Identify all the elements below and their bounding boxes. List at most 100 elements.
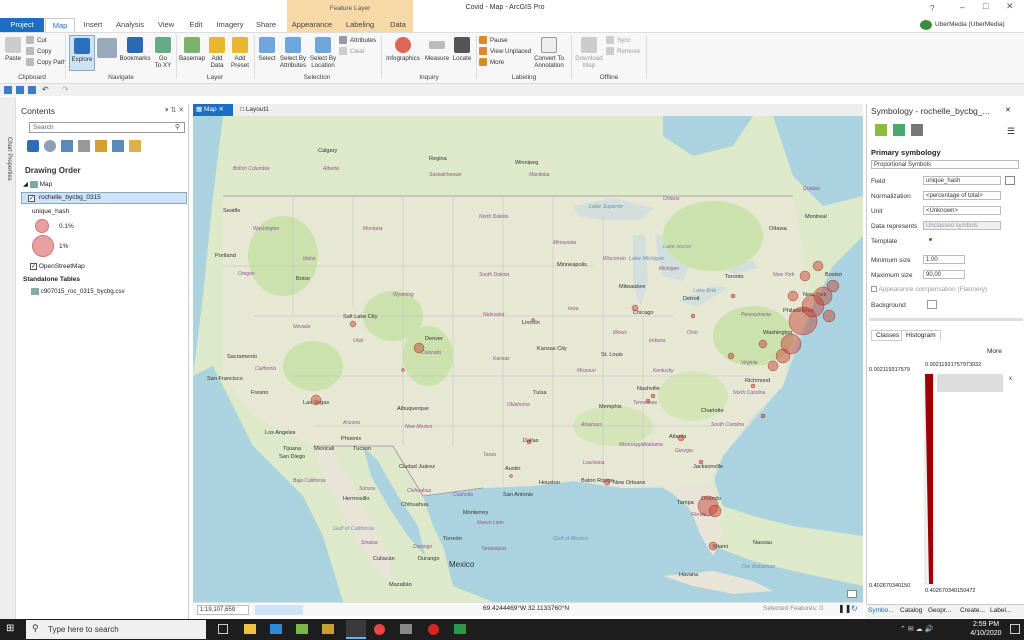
app-icon[interactable] [400, 624, 412, 634]
maximize-button[interactable]: □ [983, 1, 988, 11]
explore-button[interactable]: Explore [69, 35, 95, 71]
normalization-dropdown[interactable]: <percentage of total> [923, 191, 1001, 200]
infographics-button[interactable]: Infographics [384, 37, 422, 62]
pane-tab-create[interactable]: Create... [960, 607, 985, 614]
go-to-xy-button[interactable]: Go To XY [153, 37, 173, 69]
expression-icon[interactable] [1005, 176, 1015, 185]
user-avatar[interactable] [920, 20, 932, 30]
field-dropdown[interactable]: unique_hash [923, 176, 1001, 185]
menu-icon[interactable]: ☰ [1007, 126, 1015, 137]
select-button[interactable]: Select [257, 37, 277, 62]
list-by-snapping-icon[interactable] [95, 140, 107, 152]
max-size-input[interactable]: 90.00 [923, 270, 965, 279]
list-by-editing-icon[interactable] [78, 140, 90, 152]
copy-button[interactable]: Copy [26, 47, 51, 57]
app-icon[interactable] [454, 624, 466, 634]
clock-time[interactable]: 2:59 PM [966, 621, 1006, 628]
data-represents-dropdown[interactable]: Unclassed symbols [923, 221, 1001, 230]
unit-dropdown[interactable]: <Unknown> [923, 206, 1001, 215]
list-by-selection-icon[interactable] [61, 140, 73, 152]
close-tab-icon[interactable]: ✕ [218, 106, 223, 113]
close-window-button[interactable]: ✕ [1006, 1, 1014, 12]
list-by-labeling-icon[interactable] [112, 140, 124, 152]
folder-icon[interactable] [16, 86, 24, 94]
attributes-button[interactable]: Attributes [339, 36, 376, 46]
primary-symbology-tab-icon[interactable] [875, 124, 887, 136]
map-view[interactable]: Calgary Regina Winnipeg Seattle Portland… [193, 116, 863, 602]
clear-selection-button[interactable]: Clear [339, 47, 365, 57]
pane-splitter[interactable] [869, 318, 1023, 321]
redo-icon[interactable]: ↷ [62, 85, 69, 94]
tab-appearance[interactable]: Appearance [289, 18, 335, 32]
more-dropdown[interactable]: More [987, 348, 1002, 355]
refresh-icon[interactable]: ↻ [851, 604, 858, 613]
attribution-icon[interactable] [847, 590, 857, 598]
remove-button[interactable]: Remove [606, 47, 640, 57]
chrome-icon[interactable] [374, 624, 385, 635]
select-by-location-button[interactable]: Select By Location [309, 37, 337, 69]
undo-icon[interactable]: ↶ [42, 85, 49, 94]
layer-visibility-checkbox[interactable]: ✓ [28, 195, 35, 202]
chart-properties-tab[interactable]: Chart Properties [6, 137, 12, 181]
navigate-small-tools[interactable] [97, 38, 117, 60]
bookmarks-button[interactable]: Bookmarks [119, 37, 151, 62]
pane-tab-label[interactable]: Label... [990, 607, 1011, 614]
system-tray-icons[interactable]: ⌃ ✉ ☁ 🔊 [900, 625, 933, 633]
template-symbol-preview[interactable] [929, 238, 932, 241]
map-status-tools[interactable] [255, 605, 303, 615]
file-explorer-icon[interactable] [244, 624, 256, 634]
tab-histogram[interactable]: Histogram [901, 330, 941, 341]
list-by-perspective-icon[interactable] [129, 140, 141, 152]
table-node[interactable]: c907015_roc_0315_bycbg.csv [31, 288, 125, 295]
locate-button[interactable]: Locate [451, 37, 473, 62]
task-view-icon[interactable] [218, 624, 228, 634]
scale-dropdown[interactable]: 1:19,107,659 [197, 605, 249, 615]
notifications-icon[interactable] [1010, 624, 1020, 634]
tab-view[interactable]: View [152, 18, 180, 32]
tab-analysis[interactable]: Analysis [112, 18, 148, 32]
pane-tab-geoprocessing[interactable]: Geopr... [928, 607, 951, 614]
basemap-visibility-checkbox[interactable]: ✓ [30, 263, 37, 270]
arcgis-pro-taskbar-icon[interactable] [346, 620, 366, 639]
add-preset-button[interactable]: Add Preset [229, 37, 251, 69]
basemap-button[interactable]: Basemap [179, 37, 205, 62]
background-symbol-picker[interactable] [927, 300, 937, 309]
opera-icon[interactable] [428, 624, 439, 635]
cut-button[interactable]: Cut [26, 36, 47, 46]
pane-tab-symbology[interactable]: Symbo... [868, 607, 894, 614]
app-icon[interactable] [322, 624, 334, 634]
select-by-attributes-button[interactable]: Select By Attributes [279, 37, 307, 69]
symbology-method-dropdown[interactable]: Proportional Symbols [871, 160, 1019, 169]
tab-map[interactable]: Map [45, 18, 75, 32]
sync-button[interactable]: Sync [606, 36, 631, 46]
tab-share[interactable]: Share [251, 18, 281, 32]
layout-view-tab[interactable]: □ Layout1 [237, 104, 277, 116]
pane-close-icon[interactable]: ✕ [1005, 106, 1011, 114]
tab-project[interactable]: Project [0, 18, 44, 32]
list-by-drawing-order-icon[interactable] [27, 140, 39, 152]
contents-search-box[interactable]: Search ⚲ [29, 122, 185, 133]
taskbar-search-box[interactable]: ⚲ Type here to search [26, 620, 206, 639]
pause-drawing-icon[interactable]: ❚❚ [838, 604, 851, 613]
pane-options-icon[interactable]: ▾ ⇅ ✕ [165, 106, 184, 114]
convert-to-annotation-button[interactable]: Convert To Annotation [532, 37, 566, 69]
tab-data[interactable]: Data [384, 18, 412, 32]
download-map-button[interactable]: Download Map [574, 37, 604, 69]
windows-start-icon[interactable]: ⊞ [6, 623, 14, 634]
tab-labeling[interactable]: Labeling [340, 18, 380, 32]
app-icon[interactable] [296, 624, 308, 634]
add-data-button[interactable]: Add Data [207, 37, 227, 69]
vary-symbology-tab-icon[interactable] [893, 124, 905, 136]
app-icon[interactable] [270, 624, 282, 634]
pane-tab-catalog[interactable]: Catalog [900, 607, 922, 614]
tab-classes[interactable]: Classes [871, 330, 905, 341]
user-name[interactable]: UberMedia (UberMedia) [935, 21, 1005, 28]
pause-labeling-button[interactable]: Pause [479, 36, 508, 46]
clock-date[interactable]: 4/10/2020 [966, 630, 1006, 637]
map-view-tab[interactable]: ▦ Map ✕ [193, 104, 233, 116]
tab-imagery[interactable]: Imagery [213, 18, 247, 32]
more-labeling-button[interactable]: More [479, 58, 504, 68]
help-icon[interactable]: ? [930, 4, 934, 13]
advanced-symbology-tab-icon[interactable] [911, 124, 923, 136]
list-by-source-icon[interactable] [44, 140, 56, 152]
